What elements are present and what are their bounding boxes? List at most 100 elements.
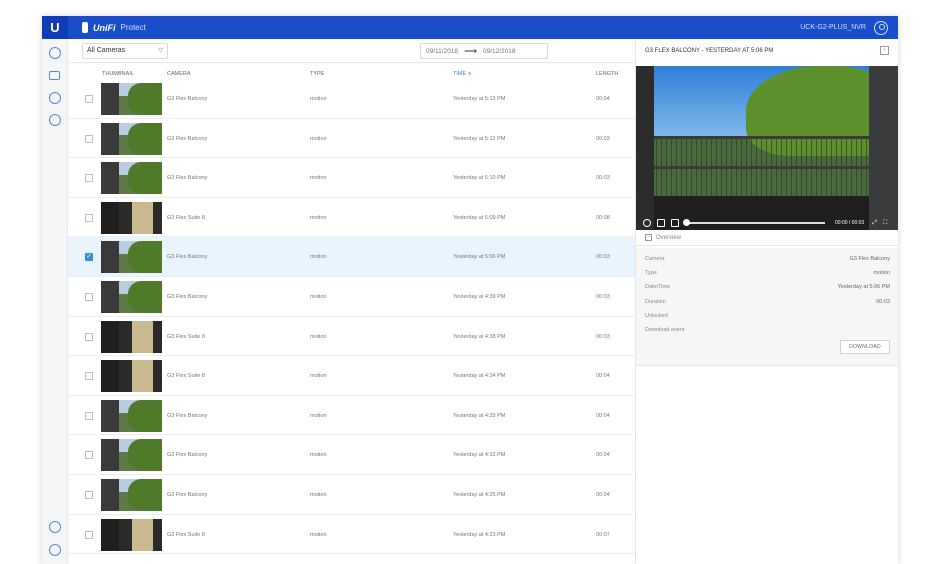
camera-icon [82, 22, 88, 33]
scrub-bar[interactable] [683, 219, 825, 226]
date-to[interactable]: 09/12/2018 [483, 48, 516, 55]
column-header-time[interactable]: TIME ∧ [453, 71, 472, 77]
sidebar-users-icon[interactable] [49, 521, 61, 533]
table-row[interactable]: G3 Flex Suite 8 motion Yesterday at 4:34 P… [68, 356, 635, 396]
row-checkbox[interactable] [85, 451, 93, 460]
table-row[interactable]: G3 Flex Balcony motion Yesterday at 4:25 P… [68, 475, 635, 515]
table-row[interactable]: G3 Flex Suite 8 motion Yesterday at 4:38 P… [68, 317, 635, 357]
player-controls: 00:00 / 00:03 ⤢ ⛶ [636, 216, 898, 230]
row-checkbox[interactable] [85, 490, 93, 499]
expand-icon[interactable]: ⤢ [872, 220, 877, 227]
sidebar-events-icon[interactable] [49, 114, 61, 126]
row-time: Yesterday at 5:12 PM [453, 135, 506, 142]
row-length: 00:03 [596, 333, 610, 340]
row-type: motion [310, 214, 327, 221]
ubiquiti-logo[interactable]: U [42, 16, 68, 39]
column-header-length[interactable]: LENGTH [596, 71, 618, 77]
row-camera: G3 Flex Balcony [167, 452, 208, 459]
row-camera: G3 Flex Balcony [167, 293, 208, 300]
row-camera: G3 Flex Suite 8 [167, 373, 205, 380]
sidebar-recordings-icon[interactable] [49, 92, 61, 104]
detail-row: Date/Time Yesterday at 5:06 PM [645, 284, 890, 290]
row-time: Yesterday at 5:13 PM [453, 96, 506, 102]
table-row[interactable]: G3 Flex Balcony motion Yesterday at 4:33 P… [68, 396, 635, 436]
table-row[interactable]: G3 Flex Balcony motion Yesterday at 5:13 P… [68, 79, 635, 119]
camera-filter-select[interactable]: All Cameras ▽ [82, 43, 168, 59]
date-range-picker[interactable]: 09/11/2018 ⟶ 09/12/2018 [420, 43, 548, 59]
row-checkbox[interactable]: ✓ [85, 253, 93, 262]
row-type: motion [310, 254, 327, 261]
row-checkbox[interactable] [85, 332, 93, 341]
snapshot-icon[interactable] [671, 219, 679, 227]
app-window: U UniFi Protect UCK-G2-PLUS_NVR All Came… [42, 16, 898, 564]
row-checkbox[interactable] [85, 174, 93, 183]
event-thumbnail[interactable] [101, 478, 162, 511]
row-length: 00:04 [596, 491, 610, 498]
column-header-type[interactable]: TYPE [310, 71, 324, 77]
table-row[interactable]: G3 Flex Balcony motion Yesterday at 4:39 P… [68, 277, 635, 317]
toolbar: All Cameras ▽ 09/11/2018 ⟶ 09/12/2018 [68, 39, 635, 63]
user-avatar-icon[interactable] [874, 20, 888, 35]
detail-label: Duration [645, 298, 666, 305]
app-brand[interactable]: UniFi Protect [82, 22, 146, 33]
fullscreen-icon[interactable]: ⛶ [883, 220, 887, 227]
row-type: motion [310, 96, 327, 102]
row-type: motion [310, 531, 327, 538]
event-thumbnail[interactable] [101, 83, 162, 115]
sidebar-settings-icon[interactable] [49, 544, 61, 556]
row-time: Yesterday at 5:09 PM [453, 214, 506, 221]
row-camera: G3 Flex Suite 8 [167, 531, 205, 538]
table-row[interactable]: G3 Flex Balcony motion Yesterday at 5:10 P… [68, 158, 635, 198]
event-thumbnail[interactable] [101, 201, 162, 234]
event-thumbnail[interactable] [101, 162, 162, 195]
column-header-thumbnail: THUMBNAIL [102, 71, 134, 77]
row-camera: G3 Flex Balcony [167, 135, 208, 142]
detail-value: G3 Flex Balcony [849, 256, 890, 262]
row-camera: G3 Flex Balcony [167, 491, 208, 498]
sidebar-live-view-icon[interactable] [49, 47, 61, 59]
event-thumbnail[interactable] [101, 439, 162, 472]
events-table: G3 Flex Balcony motion Yesterday at 5:13 P… [68, 79, 635, 555]
minus-box-icon[interactable]: − [880, 46, 889, 55]
panel-title: G3 FLEX BALCONY - YESTERDAY AT 5:06 PM [645, 48, 774, 54]
event-thumbnail[interactable] [101, 399, 162, 432]
camera-filter-value: All Cameras [87, 47, 126, 54]
row-checkbox[interactable] [85, 95, 93, 103]
scrub-handle[interactable] [683, 219, 690, 226]
event-thumbnail[interactable] [101, 122, 162, 155]
event-thumbnail[interactable] [101, 518, 162, 551]
detail-row: Type motion [645, 270, 890, 276]
event-thumbnail[interactable] [101, 320, 162, 353]
download-button[interactable]: DOWNLOAD [840, 340, 890, 354]
row-length: 00:04 [596, 373, 610, 380]
row-checkbox[interactable] [85, 134, 93, 143]
row-checkbox[interactable] [85, 530, 93, 539]
event-thumbnail[interactable] [101, 360, 162, 393]
row-camera: G3 Flex Suite 8 [167, 333, 205, 340]
volume-icon[interactable] [657, 219, 665, 227]
row-type: motion [310, 452, 327, 459]
row-checkbox[interactable] [85, 411, 93, 420]
table-row[interactable]: ✓ G3 Flex Balcony motion Yesterday at 5:06 … [68, 237, 635, 277]
row-camera: G3 Flex Balcony [167, 96, 208, 102]
row-length: 00:04 [596, 412, 610, 419]
event-thumbnail[interactable] [101, 280, 162, 313]
row-checkbox[interactable] [85, 372, 93, 381]
date-from[interactable]: 09/11/2018 [426, 48, 458, 55]
video-player[interactable]: 00:00 / 00:03 ⤢ ⛶ [636, 66, 898, 230]
table-row[interactable]: G3 Flex Balcony motion Yesterday at 4:32 P… [68, 435, 635, 475]
sidebar-cameras-icon[interactable] [49, 71, 60, 80]
event-thumbnail[interactable] [101, 241, 162, 274]
row-time: Yesterday at 4:32 PM [453, 452, 506, 459]
overview-toggle[interactable]: − Overview [636, 230, 898, 246]
column-header-camera[interactable]: CAMERA [167, 71, 191, 77]
row-checkbox[interactable] [85, 292, 93, 301]
row-camera: G3 Flex Balcony [167, 254, 208, 261]
row-checkbox[interactable] [85, 213, 93, 222]
table-row[interactable]: G3 Flex Suite 8 motion Yesterday at 5:09 P… [68, 198, 635, 238]
table-row[interactable]: G3 Flex Balcony motion Yesterday at 5:12 P… [68, 119, 635, 159]
detail-row: Camera G3 Flex Balcony [645, 256, 890, 262]
play-icon[interactable] [643, 219, 651, 227]
row-length: 00:03 [596, 293, 610, 300]
table-row[interactable]: G3 Flex Suite 8 motion Yesterday at 4:23 P… [68, 515, 635, 555]
